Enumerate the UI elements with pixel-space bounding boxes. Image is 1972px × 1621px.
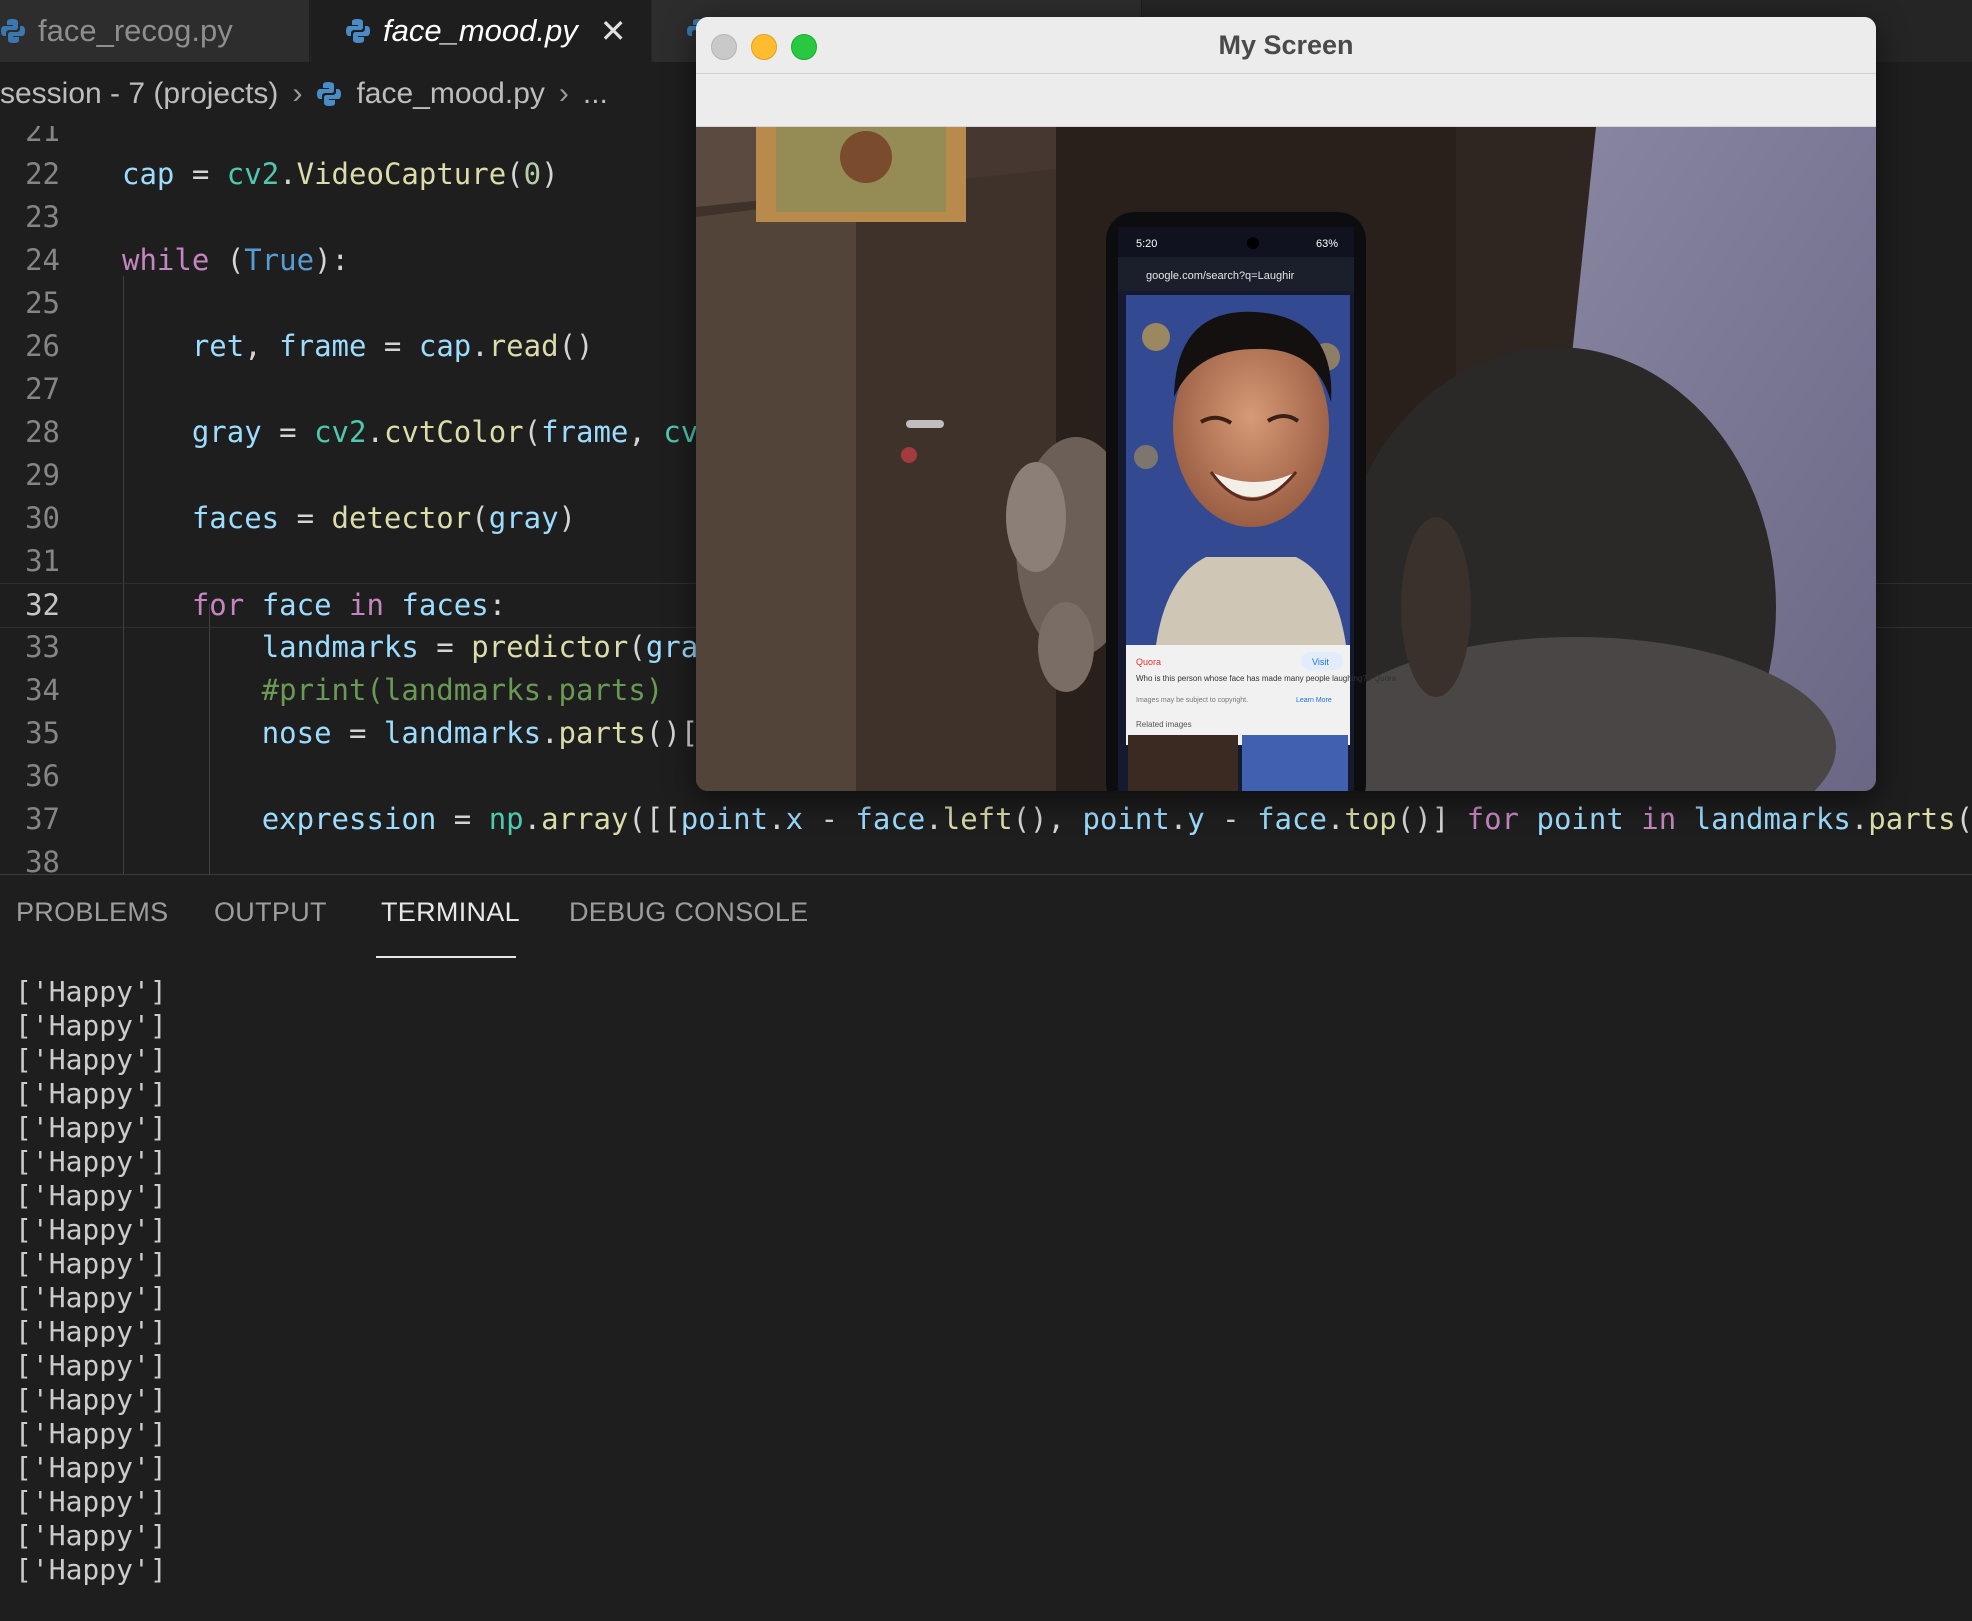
phone-status-battery: 63% [1316, 238, 1338, 250]
line-number: 29 [25, 458, 60, 492]
line-number: 37 [25, 802, 60, 836]
line-number: 24 [25, 243, 60, 277]
terminal-line: ['Happy'] [15, 1451, 167, 1484]
python-file-icon [1, 19, 25, 43]
chevron-right-icon: › [292, 77, 303, 110]
line-number: 23 [25, 200, 60, 234]
line-number: 22 [25, 157, 60, 191]
camera-window[interactable]: My Screen 5:20 63% google.com/search?q=L… [696, 17, 1876, 791]
code-text: nose = landmarks.parts()[ [261, 716, 699, 750]
line-number: 26 [25, 329, 60, 363]
tab-face-mood[interactable]: face_mood.py ✕ [311, 0, 651, 62]
phone-related: Related images [1136, 720, 1192, 729]
code-line[interactable]: 37 expression = np.array([[point.x - fac… [0, 798, 1972, 841]
terminal-line: ['Happy'] [15, 1281, 167, 1314]
breadcrumb-folder[interactable]: session - 7 (projects) [0, 77, 278, 111]
line-number: 36 [25, 759, 60, 793]
breadcrumb-file[interactable]: face_mood.py [356, 77, 544, 111]
terminal-line: ['Happy'] [15, 1009, 167, 1042]
line-number: 35 [25, 716, 60, 750]
line-number: 27 [25, 372, 60, 406]
phone-status-time: 5:20 [1136, 238, 1157, 250]
terminal-line: ['Happy'] [15, 1315, 167, 1348]
code-line[interactable]: 38 [0, 841, 1972, 874]
maximize-window-button[interactable] [791, 34, 817, 60]
code-text: landmarks = predictor(gra [261, 630, 699, 664]
tab-output[interactable]: OUTPUT [214, 897, 327, 928]
bottom-panel: PROBLEMS OUTPUT TERMINAL DEBUG CONSOLE [… [0, 874, 1972, 1621]
window-toolbar [696, 74, 1876, 127]
code-text: expression = np.array([[point.x - face.l… [261, 802, 1972, 836]
camera-frame-image: 5:20 63% google.com/search?q=Laughir Quo… [696, 127, 1876, 791]
line-number: 28 [25, 415, 60, 449]
code-text: #print(landmarks.parts) [122, 673, 664, 707]
code-text: faces = detector(gray) [191, 501, 577, 535]
tab-terminal[interactable]: TERMINAL [381, 897, 520, 928]
line-number: 31 [25, 544, 60, 578]
code-text: for face in faces: [191, 588, 507, 622]
line-number: 30 [25, 501, 60, 535]
terminal-line: ['Happy'] [15, 1485, 167, 1518]
phone-visit-button: Visit [1312, 657, 1329, 667]
code-text: while (True): [122, 243, 349, 277]
tab-face-recog[interactable]: face_recog.py [0, 0, 310, 62]
terminal-line: ['Happy'] [15, 1519, 167, 1552]
phone-url: google.com/search?q=Laughir [1146, 270, 1295, 282]
close-window-button[interactable] [711, 34, 737, 60]
code-text: gray = cv2.cvtColor(frame, cv2 [191, 415, 716, 449]
tab-label: face_recog.py [38, 13, 233, 48]
terminal-line: ['Happy'] [15, 1417, 167, 1450]
terminal-output[interactable]: ['Happy'] ['Happy'] ['Happy'] ['Happy'] ['Ha… [15, 975, 167, 1587]
tab-debug-console[interactable]: DEBUG CONSOLE [569, 897, 808, 928]
code-text: cap = cv2.VideoCapture(0) [122, 157, 559, 191]
panel-tabs: PROBLEMS OUTPUT TERMINAL DEBUG CONSOLE [0, 875, 1972, 959]
active-tab-indicator [376, 956, 516, 958]
terminal-line: ['Happy'] [15, 1077, 167, 1110]
terminal-line: ['Happy'] [15, 1553, 167, 1586]
line-number: 25 [25, 286, 60, 320]
terminal-line: ['Happy'] [15, 1213, 167, 1246]
terminal-line: ['Happy'] [15, 1145, 167, 1178]
breadcrumb-symbol[interactable]: ... [583, 77, 608, 111]
python-file-icon [346, 19, 370, 43]
line-number: 32 [25, 588, 60, 622]
phone-source: Quora [1136, 657, 1161, 667]
minimize-window-button[interactable] [751, 34, 777, 60]
terminal-line: ['Happy'] [15, 1383, 167, 1416]
terminal-line: ['Happy'] [15, 1179, 167, 1212]
terminal-line: ['Happy'] [15, 1111, 167, 1144]
close-icon[interactable]: ✕ [600, 12, 627, 50]
window-title: My Screen [696, 17, 1876, 74]
terminal-line: ['Happy'] [15, 1349, 167, 1382]
python-file-icon [317, 82, 342, 106]
phone-caption: Who is this person whose face has made m… [1136, 674, 1397, 683]
phone-note: Images may be subject to copyright. [1136, 697, 1248, 704]
line-number: 38 [25, 845, 60, 874]
line-number: 21 [25, 126, 60, 148]
camera-feed: 5:20 63% google.com/search?q=Laughir Quo… [696, 127, 1876, 791]
tab-label: face_mood.py [383, 13, 578, 48]
terminal-line: ['Happy'] [15, 1247, 167, 1280]
phone-learn-more: Learn More [1296, 697, 1332, 704]
line-number: 33 [25, 630, 60, 664]
chevron-right-icon: › [558, 77, 569, 110]
line-number: 34 [25, 673, 60, 707]
terminal-line: ['Happy'] [15, 975, 167, 1008]
tab-problems[interactable]: PROBLEMS [16, 897, 168, 928]
terminal-line: ['Happy'] [15, 1043, 167, 1076]
code-text: ret, frame = cap.read() [191, 329, 594, 363]
